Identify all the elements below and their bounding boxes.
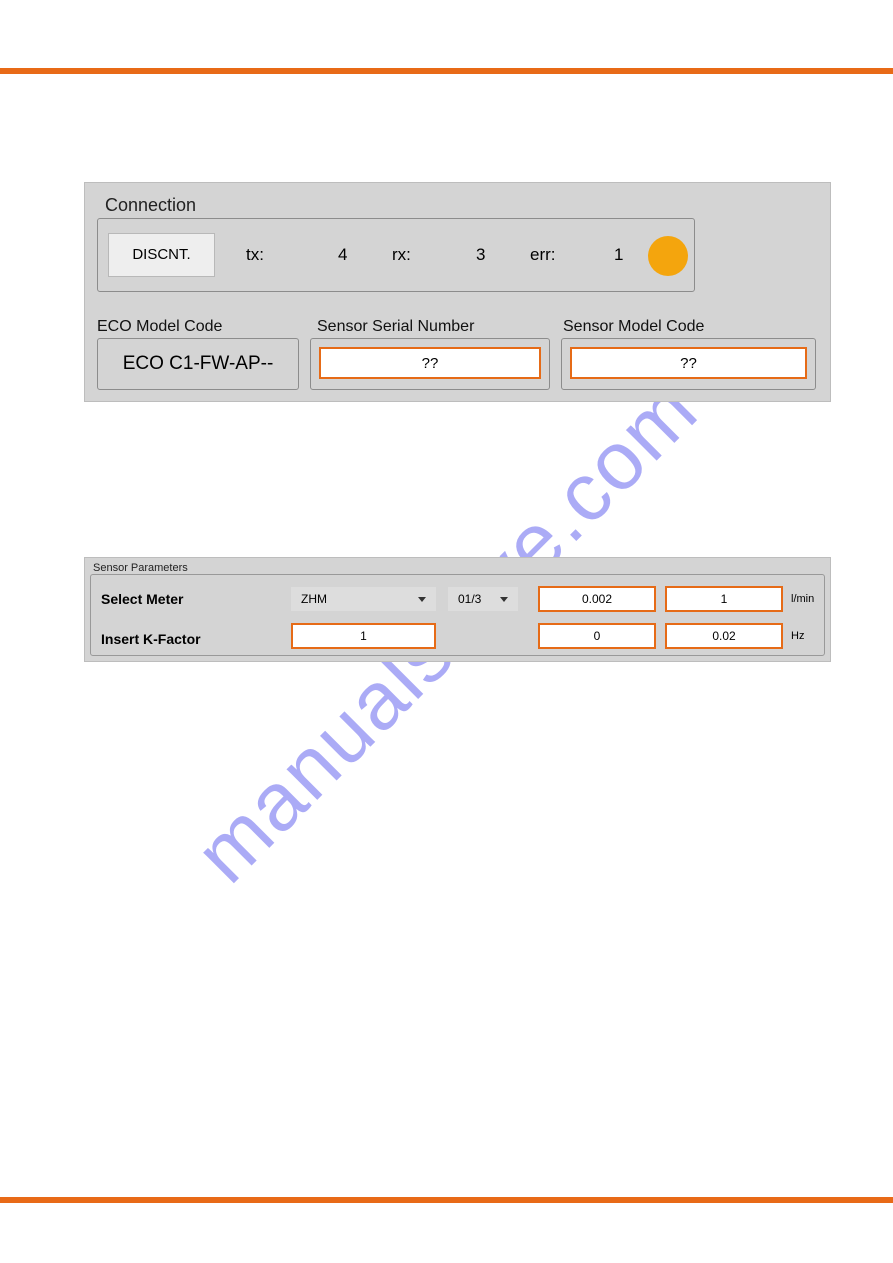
connection-title: Connection (105, 195, 196, 216)
insert-k-factor-label: Insert K-Factor (101, 631, 201, 647)
flow-unit-label: l/min (791, 593, 814, 605)
status-indicator-icon (648, 236, 688, 276)
flow-max-input[interactable]: 1 (665, 586, 783, 612)
flow-min-input[interactable]: 0.002 (538, 586, 656, 612)
eco-model-code-box: ECO C1-FW-AP-- (97, 338, 299, 390)
sensor-serial-number-label: Sensor Serial Number (317, 318, 474, 336)
freq-max-input[interactable]: 0.02 (665, 623, 783, 649)
rx-value: 3 (476, 245, 485, 265)
meter-type-dropdown[interactable]: ZHM (291, 587, 436, 611)
meter-size-value: 01/3 (458, 592, 481, 606)
connection-status-box: DISCNT. tx: 4 rx: 3 err: 1 (97, 218, 695, 292)
err-label: err: (530, 245, 556, 265)
connection-panel: Connection DISCNT. tx: 4 rx: 3 err: 1 EC… (84, 182, 831, 402)
disconnect-button[interactable]: DISCNT. (108, 233, 215, 277)
tx-value: 4 (338, 245, 347, 265)
freq-unit-label: Hz (791, 630, 804, 642)
rx-label: rx: (392, 245, 411, 265)
eco-model-code-label: ECO Model Code (97, 318, 222, 336)
meter-type-value: ZHM (301, 592, 327, 606)
freq-min-input[interactable]: 0 (538, 623, 656, 649)
k-factor-input[interactable]: 1 (291, 623, 436, 649)
sensor-serial-number-box: ?? (310, 338, 550, 390)
sensor-model-code-box: ?? (561, 338, 816, 390)
sensor-model-code-label: Sensor Model Code (563, 318, 704, 336)
sensor-parameters-title: Sensor Parameters (93, 562, 188, 574)
tx-label: tx: (246, 245, 264, 265)
sensor-parameters-panel: Sensor Parameters Select Meter Insert K-… (84, 557, 831, 662)
sensor-model-code-input[interactable]: ?? (570, 347, 807, 379)
bottom-border-bar (0, 1197, 893, 1203)
top-border-bar (0, 68, 893, 74)
sensor-parameters-inner: Select Meter Insert K-Factor ZHM 01/3 1 … (90, 574, 825, 656)
err-value: 1 (614, 245, 623, 265)
select-meter-label: Select Meter (101, 591, 183, 607)
eco-model-code-value: ECO C1-FW-AP-- (123, 353, 274, 375)
meter-size-dropdown[interactable]: 01/3 (448, 587, 518, 611)
sensor-serial-number-input[interactable]: ?? (319, 347, 541, 379)
